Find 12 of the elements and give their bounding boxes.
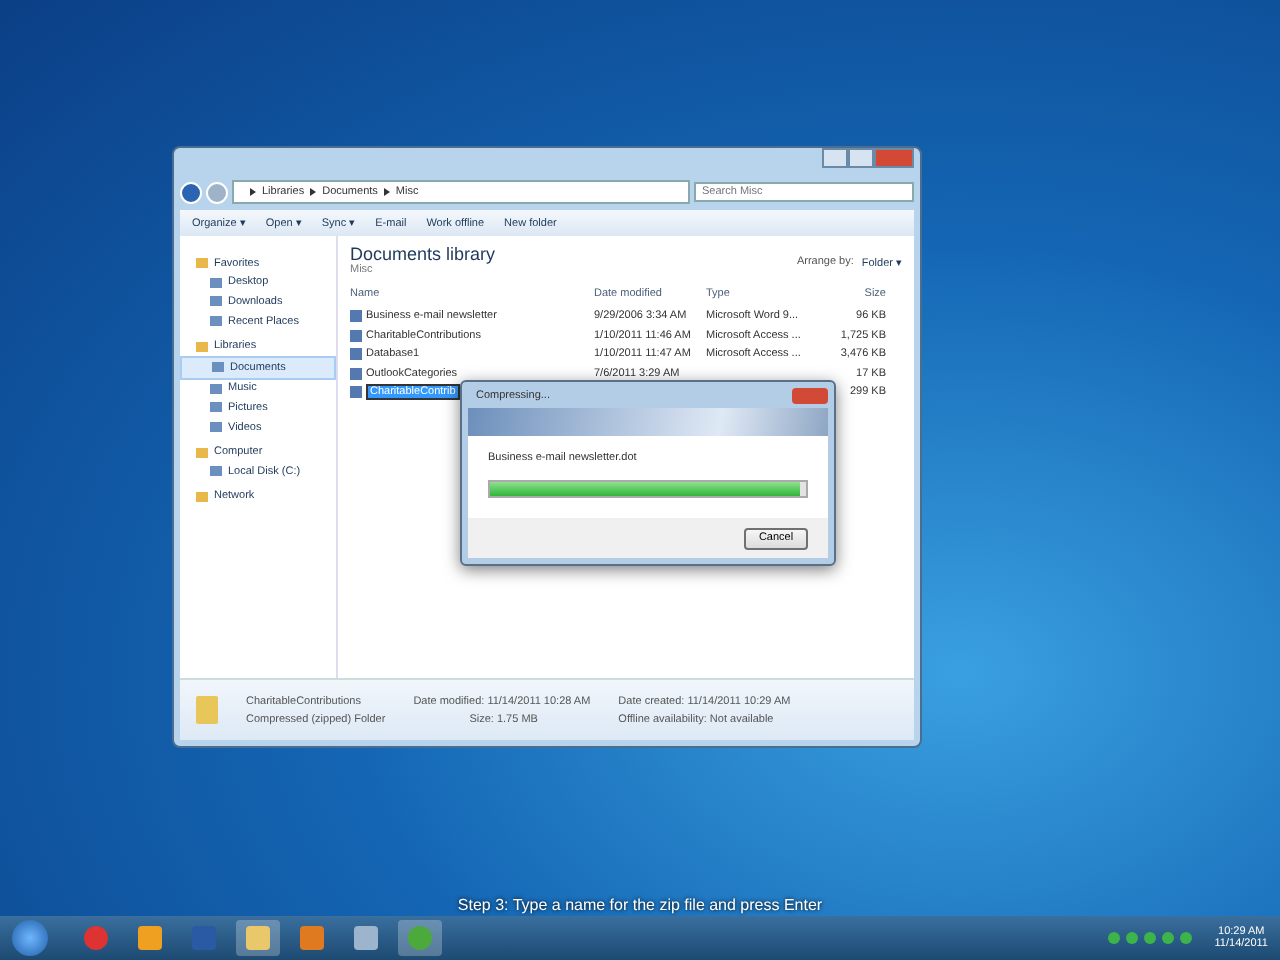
close-button[interactable] (792, 387, 828, 403)
minimize-button[interactable] (822, 148, 848, 168)
library-title: Documents library (350, 244, 496, 264)
tray-icons-drawing (1108, 932, 1193, 944)
zip-folder-icon (196, 696, 218, 724)
back-button[interactable] (180, 181, 202, 203)
caption-text: Step 3: Type a name for the zip file and press Enter (455, 896, 825, 914)
start-button[interactable] (12, 920, 48, 956)
chevron-icon (250, 188, 256, 196)
chevron-icon (310, 188, 317, 196)
maximize-button[interactable] (848, 148, 874, 168)
chevron-icon (383, 188, 390, 196)
